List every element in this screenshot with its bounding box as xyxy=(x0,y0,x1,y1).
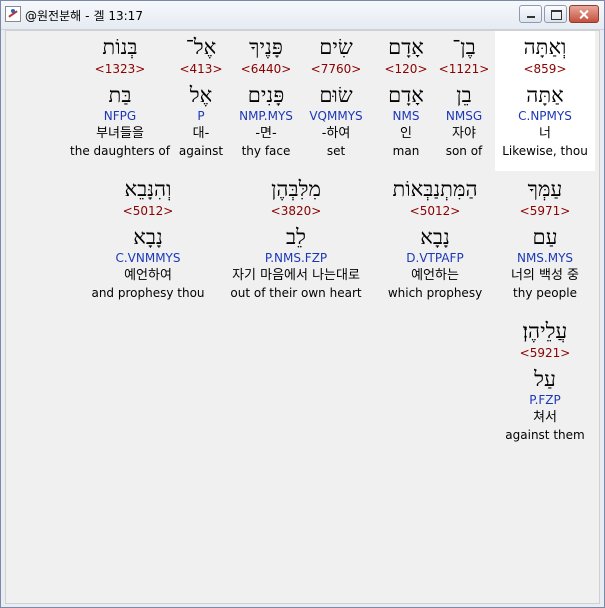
word-card-12[interactable]: עֲלֵיהֶן׃ <5921> עַל P.FZP 쳐서 against th… xyxy=(495,315,595,443)
morphology-code: D.VTPAFP xyxy=(406,251,464,265)
app-logo-icon[interactable] xyxy=(5,6,21,22)
app-name: @원전분해 xyxy=(25,9,82,23)
morphology-code: P.NMS.FZP xyxy=(264,251,328,265)
hebrew-word: וְאַתָּה xyxy=(523,35,567,59)
strong-number[interactable]: <7760> xyxy=(296,60,376,78)
hebrew-word: מִלִּבְּהֶן xyxy=(271,177,321,201)
korean-gloss: -면- xyxy=(255,126,277,141)
english-gloss: man xyxy=(392,144,420,158)
lexical-form: פָּנִים xyxy=(247,83,285,107)
english-gloss: Likewise, thou xyxy=(502,144,588,158)
title-bar[interactable]: @원전분해 - 겔 13:17 xyxy=(1,1,604,30)
korean-gloss: -하여 xyxy=(321,126,351,141)
morphology-code: NMS.MYS xyxy=(516,251,574,265)
english-gloss: out of their own heart xyxy=(230,286,362,300)
close-button[interactable] xyxy=(569,5,599,23)
english-gloss: the daughters of xyxy=(70,144,170,158)
lexical-form: נָבָא xyxy=(420,225,450,249)
hebrew-word: אֶל־ xyxy=(185,35,217,59)
word-card-6[interactable]: אֶל־ <413> אֶל P 대- against xyxy=(166,31,236,159)
strong-number[interactable]: <5012> xyxy=(80,202,216,220)
english-gloss: set xyxy=(326,144,346,158)
korean-gloss: 부녀들을 xyxy=(96,126,144,141)
word-card-9[interactable]: הַמִּתְנַבְּאוֹת <5012> נָבָא D.VTPAFP 예… xyxy=(380,173,490,301)
korean-gloss: 예언하여 xyxy=(124,268,172,283)
strong-number[interactable]: <6440> xyxy=(226,60,306,78)
strong-number[interactable]: <120> xyxy=(366,60,446,78)
window-controls xyxy=(519,5,599,23)
word-card-8[interactable]: עַמְּךָ <5971> עַם NMS.MYS 너의 백성 중 thy p… xyxy=(495,173,595,301)
lexical-form: עַל xyxy=(534,367,556,391)
lexical-form: בַּת xyxy=(108,83,132,107)
strong-number[interactable]: <413> xyxy=(166,60,236,78)
korean-gloss: 인 xyxy=(400,126,412,141)
strong-number[interactable]: <5012> xyxy=(380,202,490,220)
word-card-11[interactable]: וְהִנָּבֵא <5012> נָבָא C.VNMMYS 예언하여 an… xyxy=(80,173,216,301)
korean-gloss: 너 xyxy=(539,126,551,141)
word-card-10[interactable]: מִלִּבְּהֶן <3820> לֵב P.NMS.FZP 자기 마음에서… xyxy=(211,173,381,301)
lexical-form: אָדָם xyxy=(388,83,424,107)
lexical-form: אַתָּה xyxy=(526,83,564,107)
korean-gloss: 자기 마음에서 나는대로 xyxy=(232,268,360,283)
korean-gloss: 너의 백성 중 xyxy=(510,268,580,283)
hebrew-word: עַמְּךָ xyxy=(527,177,563,201)
lexical-form: נָבָא xyxy=(133,225,163,249)
morphology-code: NMS xyxy=(392,109,420,123)
korean-gloss: 예언하는 xyxy=(411,268,459,283)
english-gloss: against xyxy=(178,144,224,158)
word-card-1[interactable]: וְאַתָּה <859> אַתָּה C.NPMYS 너 Likewise… xyxy=(495,31,595,171)
strong-number[interactable]: <1323> xyxy=(65,60,175,78)
strong-number[interactable]: <5971> xyxy=(495,202,595,220)
hebrew-word: שִׂים xyxy=(319,35,353,59)
strong-number[interactable]: <859> xyxy=(495,60,595,78)
morphology-code: NFPG xyxy=(103,109,137,123)
english-gloss: thy face xyxy=(241,144,291,158)
morphology-code: P.FZP xyxy=(529,393,561,407)
hebrew-word: פָּנֶיךָ xyxy=(249,35,283,59)
lexical-form: עַם xyxy=(532,225,558,249)
morphology-code: C.VNMMYS xyxy=(115,251,181,265)
lexical-form: לֵב xyxy=(286,225,306,249)
lexical-form: שׂוּם xyxy=(319,83,353,107)
english-gloss: thy people xyxy=(513,286,577,300)
korean-gloss: 쳐서 xyxy=(533,410,557,425)
word-card-3[interactable]: אָדָם <120> אָדָם NMS 인 man xyxy=(366,31,446,159)
strong-number[interactable]: <5921> xyxy=(495,344,595,362)
lexical-form: אֶל xyxy=(189,83,213,107)
morphology-code: P xyxy=(197,109,205,123)
verse-reference: 겔 13:17 xyxy=(93,9,143,23)
app-window: @원전분해 - 겔 13:17 וְאַתָּה <859> אַתָּה C.NP… xyxy=(0,0,605,608)
hebrew-word: הַמִּתְנַבְּאוֹת xyxy=(392,177,478,201)
hebrew-word: בְּנוֹת xyxy=(102,35,138,59)
hebrew-word: עֲלֵיהֶן׃ xyxy=(522,319,568,343)
window-title: @원전분해 - 겔 13:17 xyxy=(25,7,143,24)
english-gloss: against them xyxy=(505,428,585,442)
word-card-5[interactable]: פָּנֶיךָ <6440> פָּנִים NMP.MYS -면- thy … xyxy=(226,31,306,159)
hebrew-word: אָדָם xyxy=(388,35,424,59)
english-gloss: and prophesy thou xyxy=(91,286,205,300)
word-card-7[interactable]: בְּנוֹת <1323> בַּת NFPG 부녀들을 the daught… xyxy=(65,31,175,159)
hebrew-word: וְהִנָּבֵא xyxy=(124,177,172,201)
word-card-4[interactable]: שִׂים <7760> שׂוּם VQMMYS -하여 set xyxy=(296,31,376,159)
korean-gloss: 대- xyxy=(192,126,210,141)
minimize-button[interactable] xyxy=(519,5,542,23)
title-separator: - xyxy=(85,9,90,23)
strong-number[interactable]: <3820> xyxy=(211,202,381,220)
maximize-button[interactable] xyxy=(544,5,567,23)
morphology-code: NMP.MYS xyxy=(239,109,293,123)
morphology-code: C.NPMYS xyxy=(518,109,572,123)
word-analysis-panel: וְאַתָּה <859> אַתָּה C.NPMYS 너 Likewise… xyxy=(5,30,600,604)
english-gloss: which prophesy xyxy=(387,286,483,300)
morphology-code: VQMMYS xyxy=(309,109,363,123)
